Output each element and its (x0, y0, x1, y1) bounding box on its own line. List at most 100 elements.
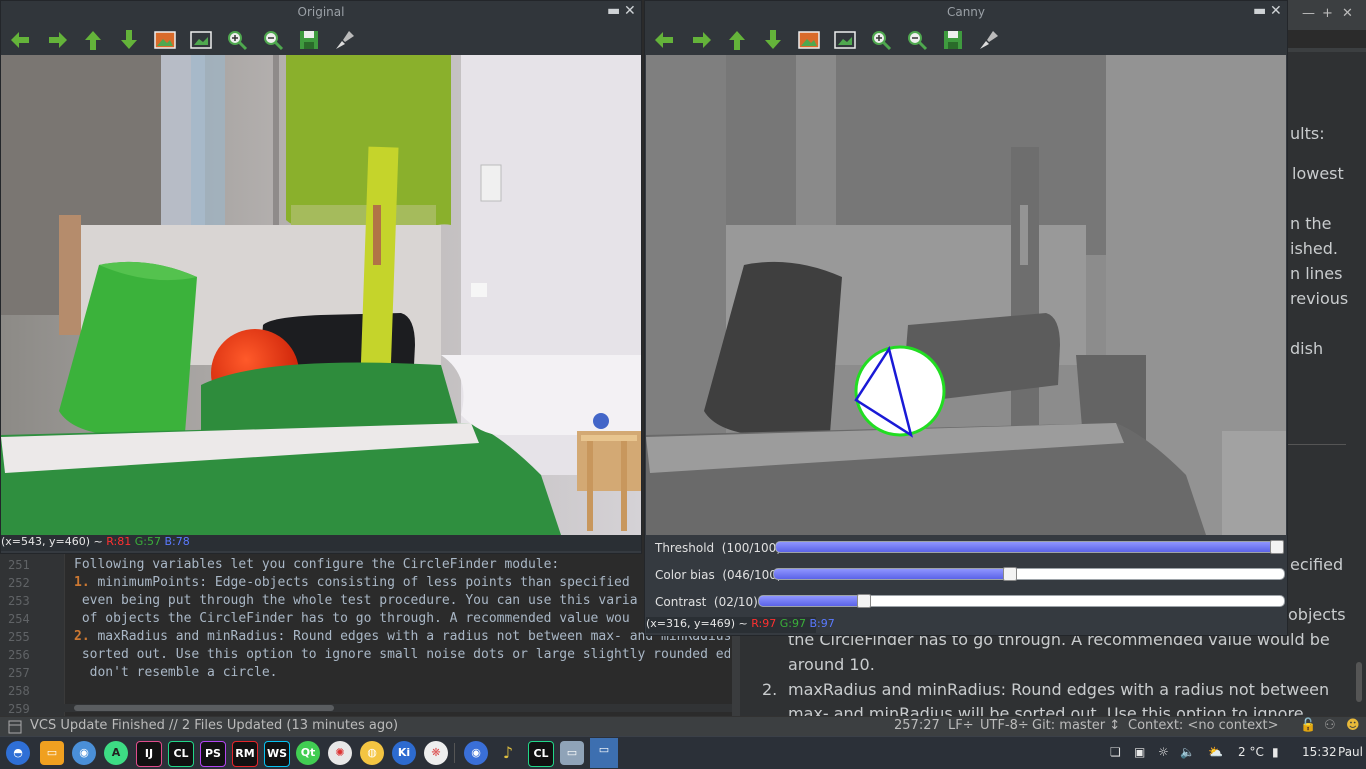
preview-fragment: objects (1288, 605, 1346, 624)
line-number: 252 (8, 576, 30, 590)
chromium-icon[interactable]: ◉ (464, 741, 488, 765)
volume-icon[interactable]: 🔈 (1180, 745, 1195, 759)
code-line[interactable]: of objects the CircleFinder has to go th… (74, 611, 730, 626)
preview-scrollbar[interactable] (1356, 662, 1362, 702)
app-red-icon[interactable]: ✺ (328, 741, 352, 765)
save-icon[interactable] (297, 28, 321, 52)
music-icon[interactable]: ♪ (496, 741, 520, 765)
arrow-up-icon[interactable] (81, 28, 105, 52)
canny-window[interactable]: Canny ▬ ✕ (x=316, y=469) ~ R:97 G:97 B:9… (644, 0, 1288, 636)
arrow-down-icon[interactable] (761, 28, 785, 52)
browser-icon[interactable]: ◉ (72, 741, 96, 765)
code-line[interactable]: Following variables let you configure th… (74, 557, 730, 572)
image-icon[interactable] (797, 28, 821, 52)
pixel-blue: B:97 (809, 617, 835, 630)
close-icon[interactable]: ✕ (1342, 6, 1353, 21)
app-pink-icon[interactable]: ❋ (424, 741, 448, 765)
android-studio-icon[interactable]: A (104, 741, 128, 765)
fit-window-icon[interactable] (833, 28, 857, 52)
taskbar-divider (454, 743, 455, 763)
preview-fragment: n the (1290, 214, 1332, 233)
temperature[interactable]: 2 °C (1238, 745, 1264, 759)
start-menu-icon[interactable]: ◓ (6, 741, 30, 765)
inspector-icon[interactable]: ⚇ (1324, 718, 1336, 733)
window-icon[interactable]: ▭ (560, 741, 584, 765)
code-line[interactable]: 1. minimumPoints: Edge-objects consistin… (74, 575, 730, 590)
user-name[interactable]: Paul (1338, 745, 1363, 759)
save-icon[interactable] (941, 28, 965, 52)
active-window-icon[interactable]: ▭ (590, 738, 618, 768)
color-bias-slider-handle[interactable] (1002, 567, 1017, 581)
context-selector[interactable]: Context: <no context> (1128, 718, 1279, 733)
arrow-right-icon[interactable] (689, 28, 713, 52)
clion-window-icon[interactable]: CL (528, 741, 554, 767)
code-text: of objects the CircleFinder has to go th… (74, 611, 630, 626)
window-title: Canny (946, 5, 986, 19)
clear-brush-icon[interactable] (333, 28, 357, 52)
file-encoding[interactable]: UTF-8÷ (980, 718, 1029, 733)
zoom-in-icon[interactable] (225, 28, 249, 52)
zoom-out-icon[interactable] (905, 28, 929, 52)
weather-icon[interactable]: ⛅ (1208, 745, 1223, 759)
original-window[interactable]: Original ▬ ✕ (x=543, y=460) ~ R:81 G:57 … (0, 0, 642, 554)
scroll-thumb[interactable] (74, 705, 334, 711)
minimize-icon[interactable]: ▬ (1253, 3, 1266, 19)
panel-toggle-icon[interactable] (8, 720, 22, 734)
git-branch[interactable]: Git: master ↕ (1032, 718, 1120, 733)
clear-brush-icon[interactable] (977, 28, 1001, 52)
lock-icon[interactable]: 🔓 (1300, 718, 1316, 733)
code-line[interactable]: 2. maxRadius and minRadius: Round edges … (74, 629, 730, 644)
qt-creator-icon[interactable]: Qt (296, 741, 320, 765)
code-line[interactable]: sorted out. Use this option to ignore sm… (74, 647, 730, 662)
processed-image[interactable] (646, 55, 1286, 535)
code-line[interactable]: even being put through the whole test pr… (74, 593, 730, 608)
fit-window-icon[interactable] (189, 28, 213, 52)
zoom-out-icon[interactable] (261, 28, 285, 52)
phpstorm-icon[interactable]: PS (200, 741, 226, 767)
contrast-slider[interactable] (758, 595, 1285, 607)
threshold-slider[interactable] (775, 541, 1283, 553)
window-titlebar[interactable]: Original ▬ ✕ (1, 1, 641, 25)
lightbulb-icon[interactable]: ☼ (1158, 745, 1169, 759)
cursor-position[interactable]: 257:27 (894, 718, 940, 733)
window-title: Original (297, 5, 345, 19)
code-editor[interactable]: 251 252 253 254 255 256 257 258 259 Following va… (0, 554, 740, 716)
minimize-icon[interactable]: ▬ (607, 3, 620, 19)
preview-divider (1286, 444, 1346, 445)
arrow-left-icon[interactable] (9, 28, 33, 52)
arrow-up-icon[interactable] (725, 28, 749, 52)
editor-horizontal-scrollbar[interactable] (64, 704, 732, 712)
arrow-left-icon[interactable] (653, 28, 677, 52)
line-separator[interactable]: LF÷ (948, 718, 974, 733)
battery-icon[interactable]: ▮ (1272, 745, 1279, 759)
code-line[interactable]: don't resemble a circle. (74, 665, 730, 680)
event-log-icon[interactable]: ☻ (1346, 718, 1360, 733)
camera-image[interactable] (1, 55, 641, 535)
close-icon[interactable]: ✕ (624, 3, 636, 19)
pixel-coords: (x=316, y=469) ~ (646, 617, 748, 630)
image-icon[interactable] (153, 28, 177, 52)
window-titlebar[interactable]: Canny ▬ ✕ (645, 1, 1287, 25)
display-icon[interactable]: ▣ (1134, 745, 1145, 759)
clion-icon[interactable]: CL (168, 741, 194, 767)
clipboard-icon[interactable]: ❏ (1110, 745, 1121, 759)
close-icon[interactable]: ✕ (1270, 3, 1282, 19)
line-number: 257 (8, 666, 30, 680)
contrast-slider-handle[interactable] (857, 594, 872, 608)
minimize-icon[interactable]: — (1302, 6, 1315, 21)
threshold-slider-handle[interactable] (1270, 540, 1284, 554)
arrow-right-icon[interactable] (45, 28, 69, 52)
kile-icon[interactable]: Ki (392, 741, 416, 765)
intellij-icon[interactable]: IJ (136, 741, 162, 767)
zoom-in-icon[interactable] (869, 28, 893, 52)
line-gutter: 251 252 253 254 255 256 257 258 259 (0, 554, 65, 716)
arrow-down-icon[interactable] (117, 28, 141, 52)
maximize-icon[interactable]: + (1322, 6, 1333, 21)
files-icon[interactable]: ▭ (40, 741, 64, 765)
preview-fragment: lowest (1292, 164, 1344, 183)
rubymine-icon[interactable]: RM (232, 741, 258, 767)
color-bias-slider[interactable] (773, 568, 1285, 580)
clock[interactable]: 15:32 (1302, 745, 1337, 759)
webstorm-icon[interactable]: WS (264, 741, 290, 767)
app-yellow-icon[interactable]: ◍ (360, 741, 384, 765)
